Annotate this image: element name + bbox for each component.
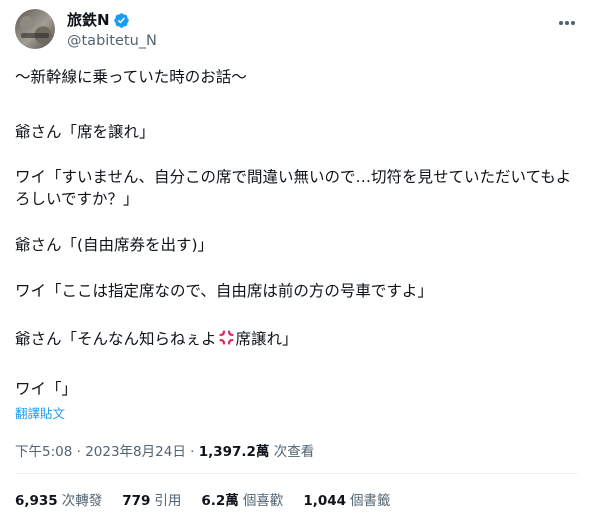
retweets-label: 次轉發	[61, 493, 103, 509]
user-info: 旅鉄N @tabitetu_N	[67, 10, 157, 51]
likes-stat[interactable]: 6.2萬 個喜歡	[201, 489, 283, 509]
tweet-line-tail: 席譲れ」	[235, 330, 298, 348]
display-name[interactable]: 旅鉄N	[67, 10, 110, 30]
views-count: 1,397.2萬	[198, 444, 270, 460]
divider	[15, 473, 578, 474]
tweet-meta: 下午5:08 · 2023年8月24日 · 1,397.2萬 次查看	[15, 440, 314, 460]
tweet-header: 旅鉄N @tabitetu_N	[15, 9, 581, 53]
tweet-card: 旅鉄N @tabitetu_N 〜新幹線に乗っていた時のお話〜 爺さん「席を譲れ…	[0, 0, 593, 525]
verified-badge-icon[interactable]	[113, 12, 130, 29]
views-label: 次查看	[269, 444, 315, 460]
tweet-line: 〜新幹線に乗っていた時のお話〜	[15, 68, 247, 86]
tweet-line: 爺さん「そんなん知らねぇよ 席譲れ」	[15, 328, 298, 350]
engagement-stats: 6,935 次轉發 779 引用 6.2萬 個喜歡 1,044 個書籤	[15, 489, 411, 509]
bookmarks-stat[interactable]: 1,044 個書籤	[303, 489, 390, 509]
tweet-date[interactable]: 2023年8月24日	[85, 444, 186, 460]
name-row: 旅鉄N	[67, 10, 157, 30]
tweet-line: 爺さん「(自由席券を出す)」	[15, 236, 214, 254]
anger-symbol-icon	[218, 329, 235, 346]
user-handle[interactable]: @tabitetu_N	[67, 31, 157, 51]
likes-label: 個喜歡	[242, 493, 284, 509]
quotes-count: 779	[122, 493, 151, 509]
quotes-stat[interactable]: 779 引用	[122, 489, 181, 509]
retweets-count: 6,935	[15, 493, 58, 509]
quotes-label: 引用	[154, 493, 182, 509]
tweet-time[interactable]: 下午5:08	[15, 444, 72, 460]
more-dots-icon[interactable]	[557, 13, 577, 33]
bookmarks-label: 個書籤	[350, 493, 391, 509]
tweet-line: ワイ「すいません、自分この席で間違い無いので…切符を見せていただいてもよろしいで…	[15, 168, 572, 208]
bookmarks-count: 1,044	[303, 493, 347, 509]
tweet-line-head: 爺さん「そんなん知らねぇよ	[15, 330, 217, 348]
meta-separator: ·	[185, 444, 199, 460]
tweet-line: 爺さん「席を譲れ」	[15, 123, 155, 141]
tweet-line: ワイ「ここは指定席なので、自由席は前の方の号車ですよ」	[15, 282, 433, 300]
retweets-stat[interactable]: 6,935 次轉發	[15, 489, 102, 509]
meta-separator: ·	[72, 444, 86, 460]
translate-link[interactable]: 翻譯貼文	[15, 403, 65, 422]
avatar[interactable]	[15, 9, 55, 49]
likes-count: 6.2萬	[201, 493, 239, 509]
tweet-line: ワイ「」	[15, 380, 78, 398]
